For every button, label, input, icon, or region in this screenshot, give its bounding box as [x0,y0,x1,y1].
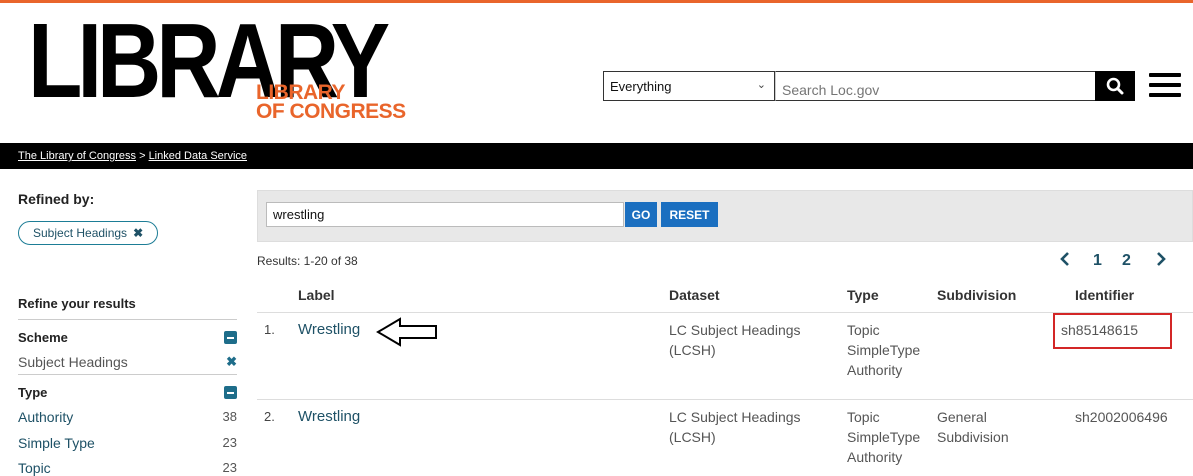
result-type: Topic SimpleType Authority [847,407,920,467]
dataset-line: (LCSH) [669,429,716,445]
type-line: Authority [847,449,903,465]
type-line: Topic [847,409,880,425]
dataset-line: LC Subject Headings [669,322,801,338]
type-line: Topic [847,322,880,338]
column-header-subdivision: Subdivision [937,287,1017,303]
search-term-input[interactable]: wrestling [266,202,624,227]
hamburger-menu-icon[interactable] [1149,73,1181,101]
result-type: Topic SimpleType Authority [847,320,920,380]
prev-page-icon[interactable] [1058,251,1072,272]
column-header-dataset: Dataset [669,287,720,303]
collapse-type-icon[interactable] [224,386,237,399]
facet-heading-type: Type [18,385,48,400]
breadcrumb-separator: > [139,150,146,162]
search-icon [1106,77,1124,95]
result-dataset: LC Subject Headings (LCSH) [669,320,801,360]
results-count: Results: 1-20 of 38 [257,254,358,268]
dataset-line: (LCSH) [669,342,716,358]
facet-item-label: Subject Headings [18,354,128,370]
active-filter-chip[interactable]: Subject Headings ✖ [18,221,159,245]
search-scope-select[interactable]: Everything ⌄ [603,71,775,101]
result-subdivision: General Subdivision [937,407,1009,447]
site-search-button[interactable] [1095,71,1135,101]
chevron-down-icon: ⌄ [756,79,766,91]
page-1-link[interactable]: 1 [1093,252,1102,270]
column-header-label: Label [298,287,335,303]
facet-item-topic[interactable]: Topic 23 [18,460,237,476]
divider [18,374,237,375]
dataset-line: LC Subject Headings [669,409,801,425]
result-label-link[interactable]: Wrestling [298,407,360,427]
next-page-icon[interactable] [1154,251,1168,272]
reset-button[interactable]: RESET [661,202,718,227]
result-identifier: sh2002006496 [1075,409,1168,425]
facet-item-label: Authority [18,409,74,425]
go-button[interactable]: GO [625,202,657,227]
row-number: 1. [264,322,275,337]
page-2-link[interactable]: 2 [1122,252,1131,270]
remove-facet-icon[interactable]: ✖ [226,354,237,370]
divider [257,399,1193,400]
type-line: SimpleType [847,429,921,445]
facet-item-count: 38 [222,409,237,424]
result-label-link[interactable]: Wrestling [298,320,360,340]
collapse-scheme-icon[interactable] [224,331,237,344]
facet-item-subject-headings[interactable]: Subject Headings ✖ [18,354,237,370]
site-search-input[interactable] [775,71,1096,101]
facet-item-authority[interactable]: Authority 38 [18,409,237,425]
column-header-type: Type [847,287,879,303]
facet-item-count: 23 [222,435,237,450]
facet-heading-scheme: Scheme [18,330,68,345]
refined-by-label: Refined by: [18,191,95,207]
subdivision-line: Subdivision [937,429,1009,445]
search-scope-value: Everything [610,79,672,94]
type-line: Authority [847,362,903,378]
identifier-highlight-box [1053,313,1172,349]
divider [18,319,237,320]
active-filter-label: Subject Headings [33,226,128,240]
type-line: SimpleType [847,342,921,358]
breadcrumb: The Library of Congress > Linked Data Se… [0,143,1193,169]
remove-filter-icon[interactable]: ✖ [133,226,143,240]
facet-item-label: Topic [18,460,51,476]
breadcrumb-current-link[interactable]: Linked Data Service [149,150,247,162]
refine-results-heading: Refine your results [18,296,136,311]
row-number: 2. [264,409,275,424]
subdivision-line: General [937,409,987,425]
breadcrumb-home-link[interactable]: The Library of Congress [18,150,136,162]
facet-item-label: Simple Type [18,435,95,451]
facet-item-simple-type[interactable]: Simple Type 23 [18,435,237,451]
annotation-arrow-icon [376,317,437,347]
column-header-identifier: Identifier [1075,287,1135,303]
result-dataset: LC Subject Headings (LCSH) [669,407,801,447]
logo-line-2: OF CONGRESS [256,100,406,123]
library-of-congress-logo-text[interactable]: LIBRARY OF CONGRESS [256,82,406,123]
